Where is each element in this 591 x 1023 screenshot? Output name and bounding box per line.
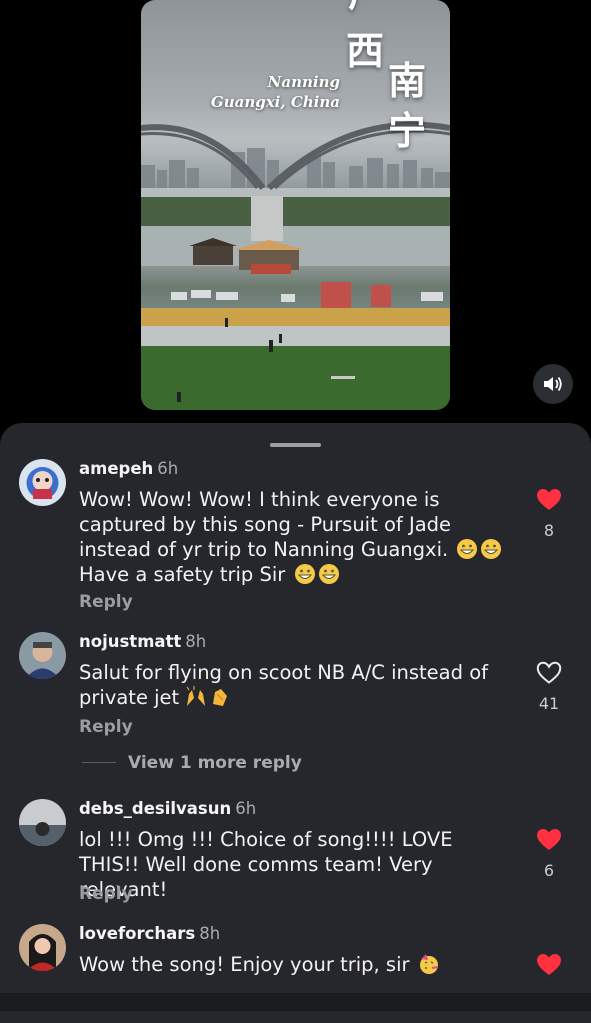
party-face-emoji-icon (418, 953, 440, 975)
like-count: 8 (543, 521, 555, 540)
like-button[interactable] (536, 661, 562, 685)
video-area: Nanning Guangxi, China 广 西 南 宁 (0, 0, 591, 430)
clapping-hands-emoji-icon (209, 686, 231, 708)
video-location-caption: Nanning Guangxi, China (200, 72, 340, 112)
reply-button[interactable]: Reply (79, 592, 133, 612)
calligraphy-char: 广 (348, 0, 386, 17)
heart-outline-icon (536, 661, 562, 684)
comment-text: Wow the song! Enjoy your trip, sir (79, 952, 509, 977)
comment-text: Salut for flying on scoot NB A/C instead… (79, 661, 488, 709)
comment-username[interactable]: debs_desilvasun 6h (79, 799, 256, 818)
heart-filled-icon (537, 954, 561, 975)
avatar[interactable] (19, 632, 66, 679)
grin-emoji-icon (456, 538, 478, 560)
heart-filled-icon (537, 489, 561, 510)
comment-text: lol !!! Omg !!! Choice of song!!!! LOVE … (79, 828, 453, 901)
sheet-drag-handle[interactable] (270, 443, 321, 447)
reply-button[interactable]: Reply (79, 884, 133, 904)
avatar[interactable] (19, 459, 66, 506)
thread-line (82, 762, 116, 763)
comment-time: 8h (199, 924, 221, 943)
raised-hands-emoji-icon (185, 686, 207, 708)
grin-emoji-icon (318, 563, 340, 585)
comment-text: Wow! Wow! Wow! I think everyone is captu… (79, 487, 509, 587)
comments-sheet: amepeh 6h Wow! Wow! Wow! I think everyone… (0, 423, 591, 1023)
heart-filled-icon (537, 829, 561, 850)
calligraphy-char: 西 (346, 28, 385, 73)
comment-time: 6h (235, 799, 257, 818)
like-button[interactable] (536, 953, 562, 977)
calligraphy-title: 广 西 南 宁 (340, 0, 435, 162)
grin-emoji-icon (294, 563, 316, 585)
comment-time: 6h (157, 459, 179, 478)
like-count: 6 (543, 861, 555, 880)
like-button[interactable] (536, 828, 562, 852)
caption-city: Nanning (267, 73, 340, 91)
like-count: 41 (538, 694, 560, 713)
caption-region: Guangxi, China (210, 93, 340, 111)
bottom-emoji-bar (0, 993, 591, 1011)
avatar[interactable] (19, 799, 66, 846)
comment-username[interactable]: nojustmatt 8h (79, 632, 206, 651)
comment-username[interactable]: loveforchars 8h (79, 924, 220, 943)
grin-emoji-icon (480, 538, 502, 560)
comment-username[interactable]: amepeh 6h (79, 459, 178, 478)
like-button[interactable] (536, 488, 562, 512)
view-more-replies-label: View 1 more reply (128, 753, 302, 773)
calligraphy-char: 南 (388, 58, 427, 103)
avatar[interactable] (19, 924, 66, 971)
reply-button[interactable]: Reply (79, 717, 133, 737)
speaker-icon (544, 376, 562, 392)
comment-time: 8h (185, 632, 207, 651)
calligraphy-char: 宁 (388, 108, 427, 153)
mute-button[interactable] (533, 364, 573, 404)
